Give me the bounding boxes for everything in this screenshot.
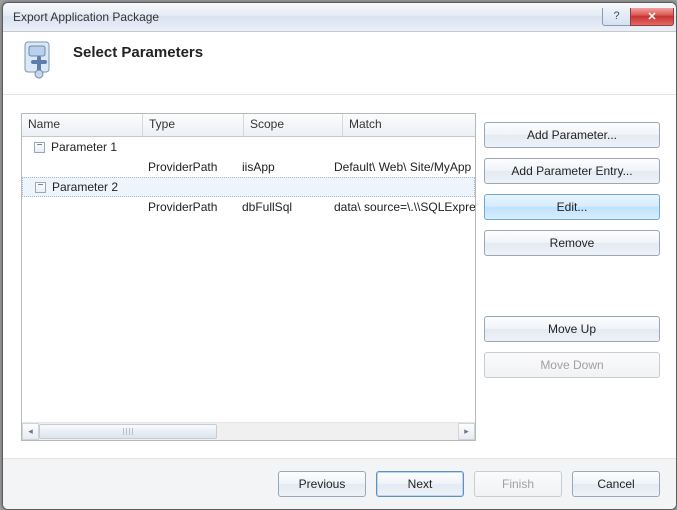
scroll-left-icon[interactable]: ◂: [22, 423, 39, 440]
move-down-button: Move Down: [484, 352, 660, 378]
col-header-match[interactable]: Match: [343, 114, 475, 136]
remove-button[interactable]: Remove: [484, 230, 660, 256]
page-title: Select Parameters: [73, 44, 203, 61]
collapse-icon[interactable]: −: [34, 142, 45, 153]
finish-button: Finish: [474, 471, 562, 497]
close-button[interactable]: ✕: [630, 8, 674, 26]
cell-type: ProviderPath: [142, 160, 236, 174]
col-header-name[interactable]: Name: [22, 114, 143, 136]
titlebar: Export Application Package ? ✕: [3, 3, 676, 32]
wizard-header: Select Parameters: [3, 32, 676, 95]
next-button[interactable]: Next: [376, 471, 464, 497]
table-row[interactable]: ProviderPath dbFullSql data\ source=\.\\…: [22, 197, 475, 217]
move-up-button[interactable]: Move Up: [484, 316, 660, 342]
parameters-table: Name Type Scope Match − Parameter 1 Prov…: [21, 113, 476, 441]
add-parameter-entry-button[interactable]: Add Parameter Entry...: [484, 158, 660, 184]
wizard-content: Name Type Scope Match − Parameter 1 Prov…: [3, 95, 676, 458]
col-header-scope[interactable]: Scope: [244, 114, 343, 136]
table-header-row: Name Type Scope Match: [22, 114, 475, 137]
horizontal-scrollbar[interactable]: ◂ ▸: [22, 422, 475, 440]
side-button-column: Add Parameter... Add Parameter Entry... …: [484, 113, 660, 458]
help-icon: ?: [613, 10, 619, 22]
table-group-row[interactable]: − Parameter 2: [22, 177, 475, 197]
wizard-footer: Previous Next Finish Cancel: [3, 458, 676, 509]
close-icon: ✕: [647, 10, 656, 23]
scroll-thumb[interactable]: [39, 424, 217, 439]
collapse-icon[interactable]: −: [35, 182, 46, 193]
dialog-window: Export Application Package ? ✕ Select Pa…: [2, 2, 677, 510]
table-body: − Parameter 1 ProviderPath iisApp Defaul…: [22, 137, 475, 422]
wizard-icon: [17, 38, 61, 82]
group-label: Parameter 2: [52, 180, 118, 194]
cell-scope: iisApp: [236, 160, 328, 174]
scroll-right-icon[interactable]: ▸: [458, 423, 475, 440]
table-row[interactable]: ProviderPath iisApp Default\ Web\ Site/M…: [22, 157, 475, 177]
col-header-type[interactable]: Type: [143, 114, 244, 136]
cell-type: ProviderPath: [142, 200, 236, 214]
window-controls: ? ✕: [602, 9, 674, 26]
edit-button[interactable]: Edit...: [484, 194, 660, 220]
cell-match: Default\ Web\ Site/MyApp: [328, 160, 475, 174]
previous-button[interactable]: Previous: [278, 471, 366, 497]
table-group-row[interactable]: − Parameter 1: [22, 137, 475, 157]
spacer: [484, 266, 660, 306]
help-button[interactable]: ?: [602, 8, 630, 26]
add-parameter-button[interactable]: Add Parameter...: [484, 122, 660, 148]
cell-scope: dbFullSql: [236, 200, 328, 214]
window-title: Export Application Package: [13, 10, 602, 24]
cancel-button[interactable]: Cancel: [572, 471, 660, 497]
cell-match: data\ source=\.\\SQLExpre: [328, 200, 475, 214]
scroll-track[interactable]: [39, 423, 458, 440]
group-label: Parameter 1: [51, 140, 117, 154]
